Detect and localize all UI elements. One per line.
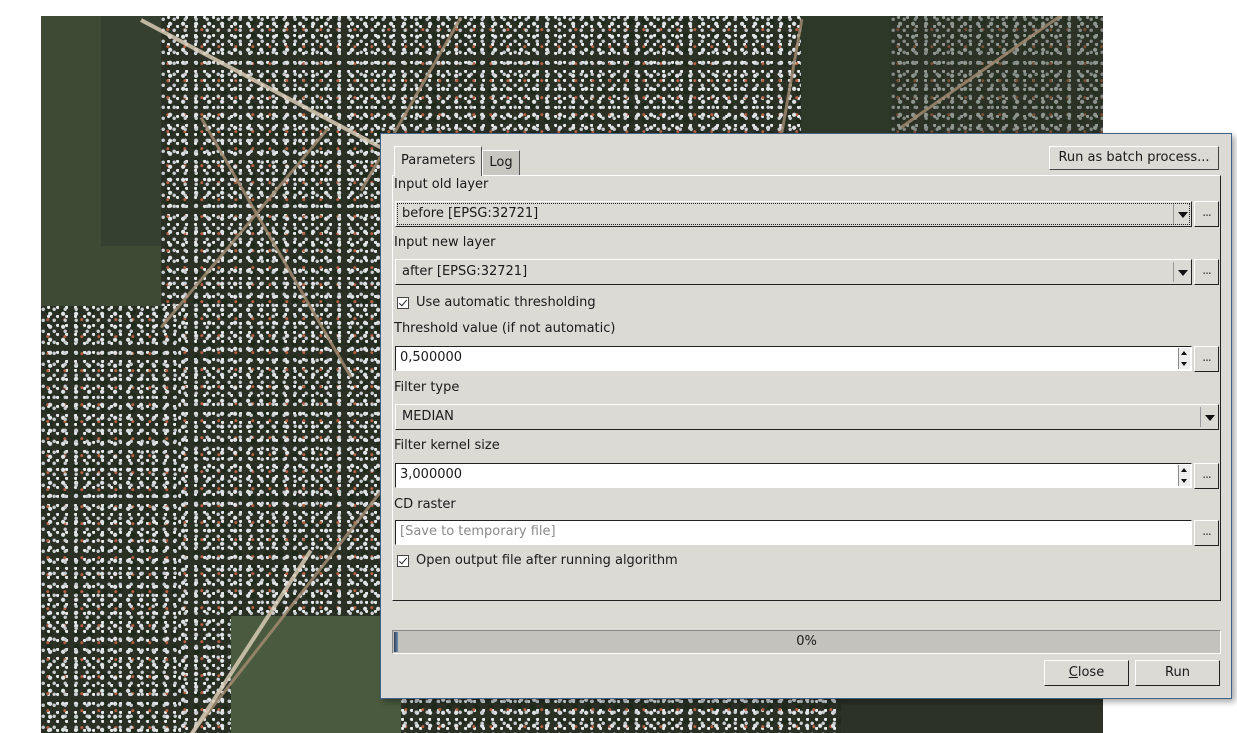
progress-bar-fill xyxy=(394,632,398,652)
threshold-value-spinbox[interactable]: 0,500000 xyxy=(395,346,1192,371)
chevron-down-icon[interactable] xyxy=(1173,204,1191,224)
spin-buttons[interactable] xyxy=(1178,348,1190,369)
filter-kernel-size-browse-button[interactable]: ... xyxy=(1194,463,1219,489)
spin-up-icon[interactable] xyxy=(1181,351,1187,355)
input-new-layer-browse-button[interactable]: ... xyxy=(1194,259,1219,285)
filter-type-label: Filter type xyxy=(394,380,460,395)
cd-raster-browse-button[interactable]: ... xyxy=(1194,520,1219,546)
threshold-value-text: 0,500000 xyxy=(400,350,463,365)
filter-type-combo[interactable]: MEDIAN xyxy=(395,404,1219,430)
cd-raster-output-field[interactable]: [Save to temporary file] xyxy=(395,520,1192,545)
close-mnemonic: C xyxy=(1068,665,1078,680)
chevron-down-icon[interactable] xyxy=(1173,262,1191,282)
input-old-layer-browse-button[interactable]: ... xyxy=(1194,201,1219,227)
filter-kernel-size-text: 3,000000 xyxy=(400,467,463,482)
spin-down-icon[interactable] xyxy=(1181,479,1187,483)
run-button[interactable]: Run xyxy=(1135,660,1220,686)
cd-raster-label: CD raster xyxy=(394,497,456,512)
threshold-value-browse-button[interactable]: ... xyxy=(1194,346,1219,372)
input-new-layer-value: after [EPSG:32721] xyxy=(402,264,528,279)
open-output-checkbox-row[interactable]: Open output file after running algorithm xyxy=(397,553,678,568)
chevron-down-icon[interactable] xyxy=(1200,407,1218,427)
tab-bar: Parameters Log xyxy=(394,146,520,176)
filter-kernel-size-label: Filter kernel size xyxy=(394,438,500,453)
algorithm-dialog: Parameters Log Run as batch process... I… xyxy=(380,133,1232,699)
open-output-label: Open output file after running algorithm xyxy=(416,553,678,568)
spin-down-icon[interactable] xyxy=(1181,362,1187,366)
map-urban-area xyxy=(41,306,181,733)
run-as-batch-button[interactable]: Run as batch process... xyxy=(1049,146,1219,170)
map-field-area xyxy=(101,16,161,246)
tab-parameters[interactable]: Parameters xyxy=(394,146,483,176)
progress-text: 0% xyxy=(796,634,817,649)
close-button[interactable]: Close xyxy=(1044,660,1129,686)
filter-kernel-size-spinbox[interactable]: 3,000000 xyxy=(395,463,1192,488)
auto-threshold-checkbox-row[interactable]: Use automatic thresholding xyxy=(397,295,596,310)
filter-type-value: MEDIAN xyxy=(402,409,454,424)
tab-log[interactable]: Log xyxy=(482,150,520,176)
spin-buttons[interactable] xyxy=(1178,465,1190,486)
input-old-layer-label: Input old layer xyxy=(394,177,489,192)
auto-threshold-label: Use automatic thresholding xyxy=(416,295,596,310)
progress-bar: 0% xyxy=(392,630,1221,654)
auto-threshold-checkbox[interactable] xyxy=(397,296,409,309)
threshold-value-label: Threshold value (if not automatic) xyxy=(394,321,616,336)
close-label: lose xyxy=(1077,665,1105,680)
parameters-panel: Input old layer before [EPSG:32721] ... … xyxy=(392,175,1221,601)
input-old-layer-value: before [EPSG:32721] xyxy=(402,206,539,221)
input-old-layer-combo[interactable]: before [EPSG:32721] xyxy=(395,201,1192,227)
spin-up-icon[interactable] xyxy=(1181,468,1187,472)
input-new-layer-label: Input new layer xyxy=(394,235,496,250)
input-new-layer-combo[interactable]: after [EPSG:32721] xyxy=(395,259,1192,285)
map-urban-area xyxy=(891,16,1103,133)
open-output-checkbox[interactable] xyxy=(397,554,409,567)
